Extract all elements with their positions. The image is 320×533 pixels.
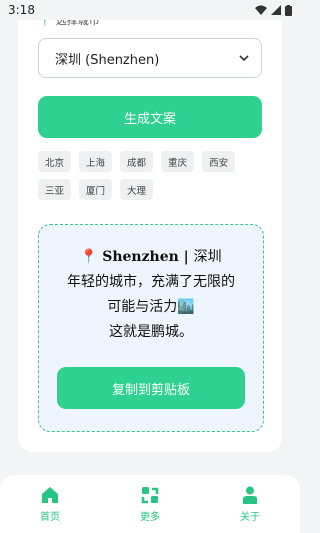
status-icons — [255, 4, 292, 16]
city-select-value: 深圳 (Shenzhen) — [55, 52, 160, 68]
nav-home-label: 首页 — [40, 512, 60, 523]
result-separator: | — [178, 249, 194, 265]
nav-more-label: 更多 — [140, 512, 160, 523]
city-chip-sanya[interactable]: 三亚 — [38, 179, 72, 200]
result-city-cn: 深圳 — [193, 249, 222, 265]
wifi-icon — [255, 5, 267, 15]
nav-about-label: 关于 — [240, 512, 260, 523]
copy-button[interactable]: 复制到剪贴板 — [57, 367, 245, 409]
nav-home[interactable]: 首页 — [10, 485, 90, 523]
city-chip-beijing[interactable]: 北京 — [38, 151, 72, 172]
city-chip-chengdu[interactable]: 成都 — [120, 151, 154, 172]
more-icon — [141, 487, 159, 504]
city-chip-chongqing[interactable]: 重庆 — [161, 151, 195, 172]
battery-icon — [285, 4, 292, 16]
bottom-nav: 首页 更多 关于 — [0, 475, 300, 533]
result-text: 📍 Shenzhen | 深圳 年轻的城市，充满了无限的 可能与活力🏙️ 这就是… — [39, 245, 263, 345]
city-chip-xiamen[interactable]: 厦门 — [79, 179, 113, 200]
city-chips: 北京 上海 成都 重庆 西安 三亚 厦门 大理 — [38, 151, 268, 200]
result-box: 📍 Shenzhen | 深圳 年轻的城市，充满了无限的 可能与活力🏙️ 这就是… — [38, 224, 264, 432]
city-select[interactable]: 深圳 (Shenzhen) — [38, 38, 262, 78]
home-icon — [42, 487, 58, 503]
result-pin-icon: 📍 — [80, 249, 98, 265]
city-chip-dali[interactable]: 大理 — [120, 179, 154, 200]
chevron-down-icon — [239, 55, 249, 61]
status-time: 3:18 — [8, 3, 35, 17]
city-chip-shanghai[interactable]: 上海 — [79, 151, 113, 172]
city-chip-xian[interactable]: 西安 — [202, 151, 236, 172]
status-bar: 3:18 — [0, 0, 300, 20]
user-icon — [243, 486, 257, 504]
signal-icon — [271, 5, 281, 15]
nav-about[interactable]: 关于 — [210, 485, 290, 523]
result-title: 📍 Shenzhen | 深圳 — [39, 245, 263, 270]
result-line-1: 年轻的城市，充满了无限的 — [67, 274, 235, 290]
result-line-3: 这就是鹏城。 — [109, 324, 193, 340]
generate-button[interactable]: 生成文案 — [38, 96, 262, 138]
result-city-en: Shenzhen — [102, 249, 179, 265]
nav-more[interactable]: 更多 — [110, 485, 190, 523]
result-line-2: 可能与活力🏙️ — [107, 299, 195, 315]
